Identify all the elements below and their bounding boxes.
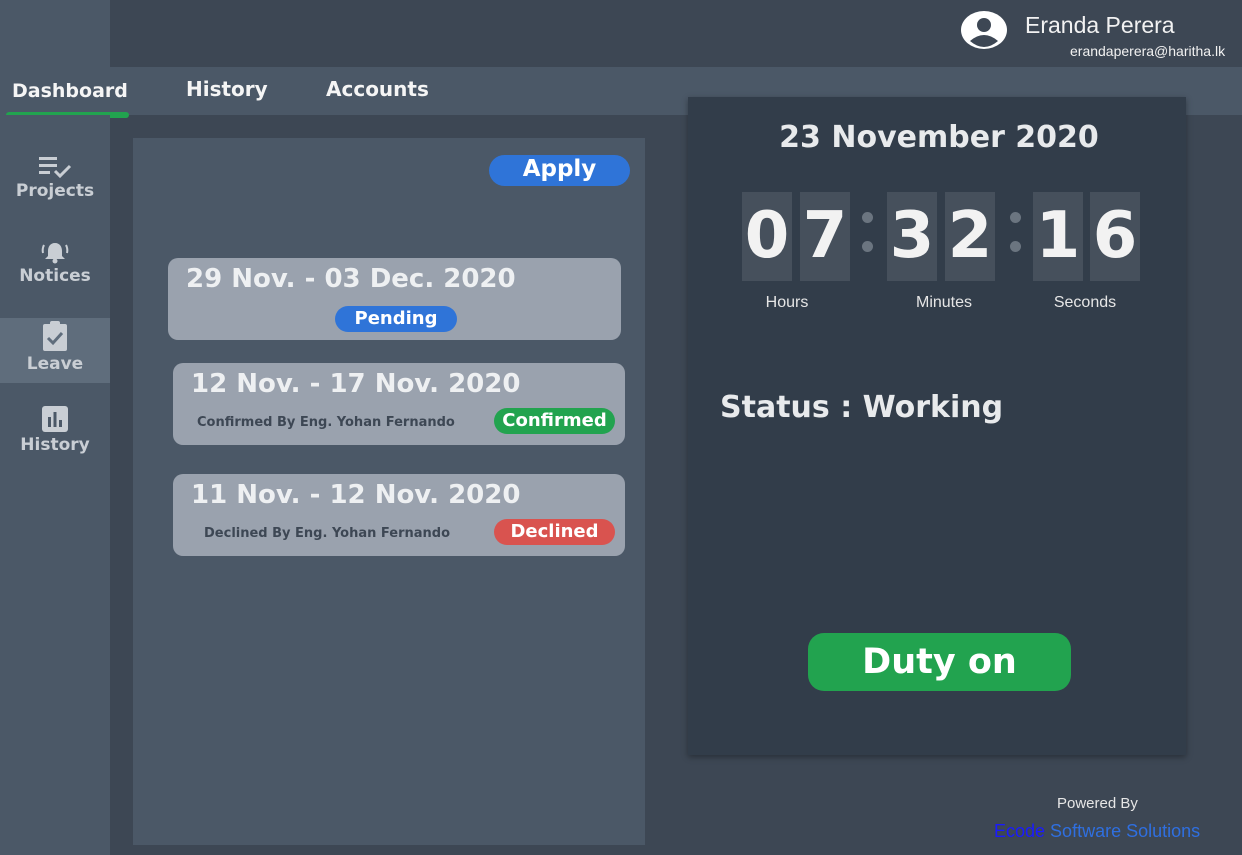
colon-dot [862,212,873,223]
account-circle-icon[interactable] [961,11,1007,49]
minutes-label: Minutes [915,294,973,311]
leave-dates: 11 Nov. - 12 Nov. 2020 [191,480,521,510]
hours-digit-1: 0 [742,192,792,281]
sidebar-item-history[interactable]: History [0,405,110,460]
minutes-digit-1: 3 [887,192,937,281]
powered-by-label: Powered By [1057,795,1138,812]
status-badge-declined: Declined [494,519,615,545]
logo-area [0,0,110,67]
hours-label: Hours [765,294,809,311]
hours-digit-2: 7 [800,192,850,281]
sidebar-item-notices[interactable]: Notices [0,240,110,295]
tab-dashboard[interactable]: Dashboard [12,80,128,102]
status-badge-pending: Pending [335,306,457,332]
user-name: Eranda Perera [1025,12,1175,38]
colon-dot [862,241,873,252]
sidebar-item-label: Notices [19,266,91,286]
colon-dot [1010,241,1021,252]
tab-accounts[interactable]: Accounts [326,77,429,101]
seconds-digit-1: 1 [1033,192,1083,281]
minutes-digit-2: 2 [945,192,995,281]
current-date: 23 November 2020 [779,120,1099,155]
sidebar-item-label: History [20,435,90,455]
sidebar-item-label: Leave [26,354,84,374]
user-email: erandaperera@haritha.lk [1070,43,1226,59]
status-badge-confirmed: Confirmed [494,408,615,434]
company-name-part1: Ecode [994,821,1046,841]
reviewer-text: Declined By Eng. Yohan Fernando [204,526,451,541]
sidebar [0,115,110,855]
sidebar-item-projects[interactable]: Projects [0,155,110,205]
seconds-digit-2: 6 [1090,192,1140,281]
duty-on-button[interactable]: Duty on [808,633,1071,691]
company-name[interactable]: Ecode Software Solutions [994,821,1200,842]
company-name-part2: Software Solutions [1045,821,1201,841]
colon-dot [1010,212,1021,223]
leave-dates: 29 Nov. - 03 Dec. 2020 [186,264,516,294]
sidebar-item-leave[interactable]: Leave [0,318,110,383]
work-status: Status : Working [720,390,1004,425]
apply-button[interactable]: Apply [489,155,630,186]
list-check-icon [39,157,72,179]
tab-history[interactable]: History [186,77,268,101]
seconds-label: Seconds [1053,294,1117,311]
sidebar-item-label: Projects [15,181,95,201]
reviewer-text: Confirmed By Eng. Yohan Fernando [197,415,455,430]
clipboard-check-icon [43,321,67,351]
leave-dates: 12 Nov. - 17 Nov. 2020 [191,369,521,399]
bar-chart-icon [42,406,68,432]
bell-alert-icon [41,243,69,264]
